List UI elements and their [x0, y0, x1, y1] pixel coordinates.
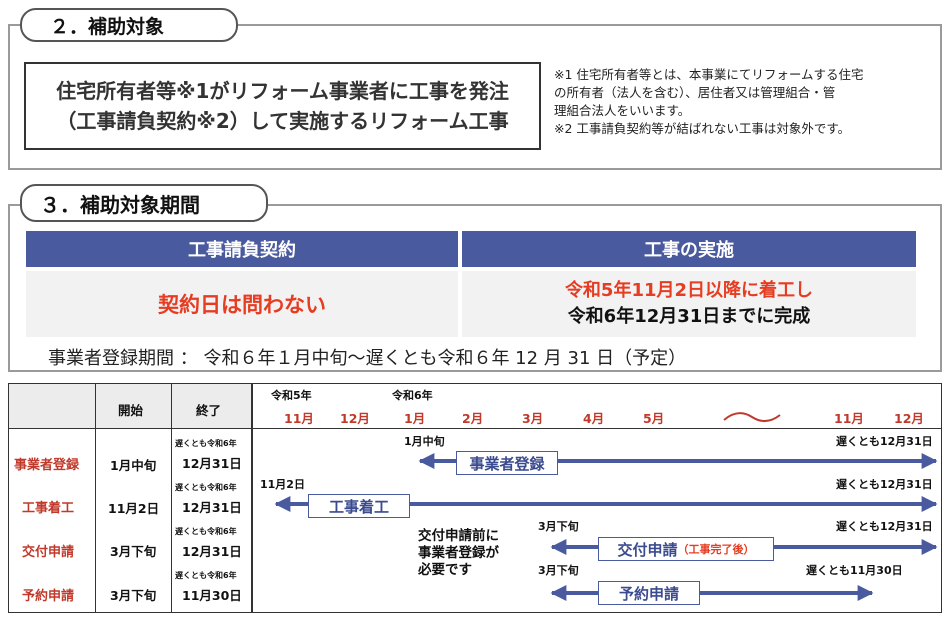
- note2: ※2 工事請負契約等が結ばれない工事は対象外です。: [554, 121, 851, 136]
- row-label-registration: 事業者登録: [14, 458, 80, 473]
- year-r6: 令和6年: [392, 389, 433, 402]
- row-end: 12月31日: [182, 456, 242, 471]
- bar-start-text: 3月下旬: [538, 520, 579, 533]
- row-label-reservation: 予約申請: [22, 589, 75, 604]
- target-line-1: 住宅所有者等※1がリフォーム事業者に工事を発注: [56, 79, 509, 103]
- row-end-prefix: 遅くとも令和6年: [175, 527, 237, 536]
- note-line: 必要です: [418, 562, 472, 578]
- month-label: 12月: [340, 411, 370, 426]
- month-label: 5月: [643, 411, 665, 426]
- section2-title: ２．補助対象: [20, 8, 238, 42]
- registration-bar-label: 事業者登録: [456, 451, 558, 475]
- contract-header: 工事請負契約: [26, 231, 458, 267]
- month-label: 11月: [284, 411, 314, 426]
- bar-start-text: 11月2日: [260, 478, 305, 491]
- row-label-construction: 工事着工: [22, 501, 75, 516]
- construction-bar-label: 工事着工: [308, 494, 410, 518]
- month-label: 1月: [404, 411, 426, 426]
- row-start: 11月2日: [108, 501, 160, 516]
- row-start: 1月中旬: [110, 458, 157, 473]
- row-start: 3月下旬: [110, 544, 157, 559]
- construction-value-line1: 令和5年11月2日以降に着工し: [564, 280, 814, 301]
- bar-start-text: 1月中旬: [404, 435, 445, 448]
- construction-cell: 令和5年11月2日以降に着工し 令和6年12月31日までに完成: [462, 271, 916, 337]
- note1-line2: の所有者（法人を含む）、居住者又は管理組合・管: [554, 85, 836, 100]
- row-start: 3月下旬: [110, 588, 157, 603]
- month-label: 3月: [522, 411, 544, 426]
- row-end-prefix: 遅くとも令和6年: [175, 571, 237, 580]
- bar-start-text: 3月下旬: [538, 564, 579, 577]
- row-end: 11月30日: [182, 588, 242, 603]
- month-label: 4月: [583, 411, 605, 426]
- grant-bar-label: 交付申請 （工事完了後）: [598, 537, 774, 561]
- col-divider-2: [171, 384, 172, 612]
- grant-bar-sub: （工事完了後）: [677, 543, 755, 556]
- bar-end-text: 遅くとも12月31日: [836, 435, 933, 448]
- bar-end-text: 遅くとも12月31日: [836, 478, 933, 491]
- row-end-prefix: 遅くとも令和6年: [175, 439, 237, 448]
- row-label-grant: 交付申請: [22, 545, 75, 560]
- col-divider-1: [95, 384, 96, 612]
- note-line: 交付申請前に: [418, 528, 499, 544]
- month-label: 11月: [834, 411, 864, 426]
- contract-value: 契約日は問わない: [158, 293, 326, 317]
- end-header: 終了: [196, 403, 222, 418]
- start-header: 開始: [118, 403, 144, 418]
- construction-value-line2: 令和6年12月31日までに完成: [567, 306, 811, 327]
- grant-bar-text: 交付申請: [617, 540, 678, 559]
- subsidy-target-box: 住宅所有者等※1がリフォーム事業者に工事を発注 （工事請負契約※2）して実施する…: [24, 62, 541, 150]
- bar-end-text: 遅くとも12月31日: [836, 520, 933, 533]
- notes: ※1 住宅所有者等とは、本事業にてリフォームする住宅 の所有者（法人を含む）、居…: [554, 66, 944, 138]
- note1-line1: ※1 住宅所有者等とは、本事業にてリフォームする住宅: [554, 67, 864, 82]
- registration-note: 交付申請前に 事業者登録が 必要です: [418, 528, 499, 579]
- row-end-prefix: 遅くとも令和6年: [175, 483, 237, 492]
- target-line-2: （工事請負契約※2）して実施するリフォーム工事: [56, 109, 509, 133]
- section3-title: ３．補助対象期間: [20, 184, 268, 222]
- note1-line3: 理組合法人をいいます。: [554, 103, 691, 118]
- contract-cell: 契約日は問わない: [26, 271, 458, 337]
- row-end: 12月31日: [182, 544, 242, 559]
- month-label: 2月: [462, 411, 484, 426]
- reservation-bar-label: 予約申請: [598, 581, 700, 605]
- wave-break-icon: [723, 412, 781, 422]
- bar-end-text: 遅くとも11月30日: [806, 564, 903, 577]
- year-r5: 令和5年: [271, 389, 312, 402]
- registration-period: 事業者登録期間 ： 令和６年１月中旬～遅くとも令和６年 12 月 31 日（予定…: [48, 348, 687, 369]
- note-line: 事業者登録が: [418, 545, 499, 561]
- row-end: 12月31日: [182, 500, 242, 515]
- month-label: 12月: [894, 411, 924, 426]
- construction-header: 工事の実施: [462, 231, 916, 267]
